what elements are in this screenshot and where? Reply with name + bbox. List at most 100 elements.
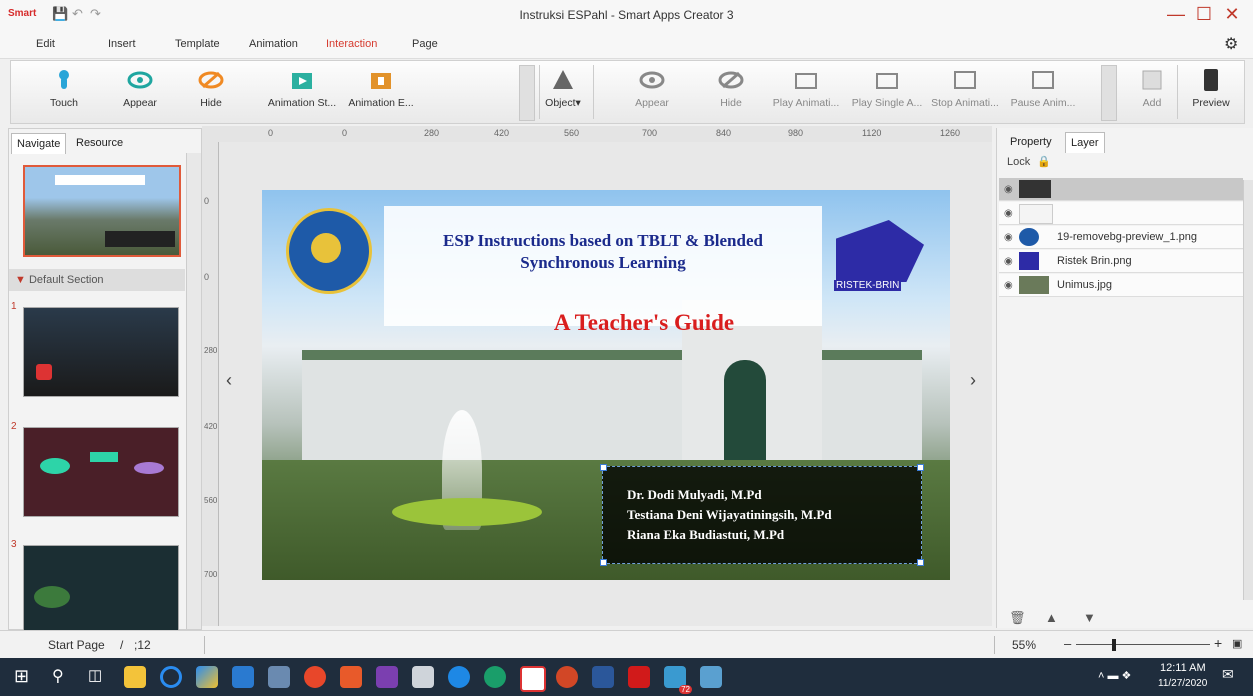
- next-page-arrow-icon[interactable]: ›: [970, 370, 976, 391]
- app-icon[interactable]: [268, 666, 290, 688]
- app-icon[interactable]: [340, 666, 362, 688]
- appear-target-button[interactable]: Appear: [627, 67, 677, 109]
- clock-date[interactable]: 11/27/2020: [1158, 678, 1207, 689]
- move-down-icon[interactable]: ▼: [1083, 610, 1096, 625]
- cortana-icon[interactable]: [160, 666, 182, 688]
- prev-page-arrow-icon[interactable]: ‹: [226, 370, 232, 391]
- chevron-down-icon: ▾: [575, 97, 581, 109]
- browser-icon[interactable]: [484, 666, 506, 688]
- layer-row[interactable]: ◉: [999, 178, 1243, 201]
- slide-subtitle[interactable]: A Teacher's Guide: [384, 310, 904, 336]
- ribbon-scroll-1[interactable]: [519, 65, 535, 121]
- windows-start-icon[interactable]: ⊞: [14, 666, 29, 687]
- notification-center-icon[interactable]: ✉: [1222, 666, 1234, 683]
- slide-title-line-2: Synchronous Learning: [520, 253, 686, 272]
- page-thumbnail-3[interactable]: [23, 545, 179, 635]
- clock-time[interactable]: 12:11 AM: [1160, 662, 1206, 674]
- app-icon[interactable]: 72: [664, 666, 692, 694]
- default-section-header[interactable]: ▼ Default Section: [9, 269, 185, 291]
- add-button[interactable]: Add: [1135, 67, 1169, 109]
- resize-handle[interactable]: [600, 464, 607, 471]
- touch-button[interactable]: Touch: [39, 67, 89, 109]
- powerpoint-icon[interactable]: [556, 666, 578, 688]
- tab-property[interactable]: Property: [1005, 132, 1057, 152]
- word-icon[interactable]: [592, 666, 614, 688]
- thumbnail-scrollbar[interactable]: [186, 153, 201, 629]
- section-label: Default Section: [28, 274, 104, 286]
- ribbon-separator: [1177, 65, 1178, 119]
- edge-icon[interactable]: [448, 666, 470, 688]
- appear-button[interactable]: Appear: [115, 67, 165, 109]
- file-explorer-icon[interactable]: [124, 666, 146, 688]
- settings-icon[interactable]: ⚙: [1224, 34, 1238, 54]
- ruler-tick: 560: [204, 496, 218, 505]
- visibility-eye-icon[interactable]: ◉: [1004, 208, 1013, 219]
- zoom-in-icon[interactable]: +: [1214, 635, 1222, 651]
- minimize-button[interactable]: —: [1164, 4, 1188, 25]
- object-dropdown[interactable]: Object▾: [543, 67, 583, 109]
- page-thumbnail-2[interactable]: [23, 427, 179, 517]
- fit-screen-icon[interactable]: ▣: [1232, 637, 1242, 650]
- zoom-slider[interactable]: [1076, 644, 1210, 645]
- lock-icon[interactable]: 🔒: [1037, 155, 1051, 168]
- animation-start-button[interactable]: Animation St...: [257, 67, 347, 109]
- resize-handle[interactable]: [600, 559, 607, 566]
- app-icon[interactable]: [412, 666, 434, 688]
- visibility-eye-icon[interactable]: ◉: [1004, 280, 1013, 291]
- appear-target-label: Appear: [635, 97, 669, 109]
- search-icon[interactable]: ⚲: [52, 666, 64, 686]
- menu-page[interactable]: Page: [412, 38, 438, 50]
- pdf-reader-icon[interactable]: [628, 666, 650, 688]
- stop-animation-button[interactable]: Stop Animati...: [925, 67, 1005, 109]
- tab-navigate[interactable]: Navigate: [11, 133, 67, 154]
- play-single-button[interactable]: Play Single A...: [847, 67, 927, 109]
- onenote-icon[interactable]: [376, 666, 398, 688]
- resize-handle[interactable]: [917, 559, 924, 566]
- visibility-eye-icon[interactable]: ◉: [1004, 184, 1013, 195]
- menu-interaction[interactable]: Interaction: [326, 38, 377, 50]
- slide-title[interactable]: ESP Instructions based on TBLT & Blended…: [384, 230, 822, 274]
- tab-resource[interactable]: Resource: [71, 133, 128, 153]
- ribbon-scroll-2[interactable]: [1101, 65, 1117, 121]
- layer-scrollbar[interactable]: [1243, 180, 1253, 600]
- task-view-icon[interactable]: ◫: [88, 666, 102, 684]
- move-up-icon[interactable]: ▲: [1045, 610, 1058, 625]
- slide-preview[interactable]: ESP Instructions based on TBLT & Blended…: [262, 190, 950, 580]
- resize-handle[interactable]: [917, 464, 924, 471]
- trash-icon[interactable]: 🗑: [1009, 610, 1026, 626]
- authors-box[interactable]: Dr. Dodi Mulyadi, M.Pd Testiana Deni Wij…: [600, 464, 924, 566]
- close-button[interactable]: ✕: [1220, 4, 1244, 25]
- app-icon[interactable]: [196, 666, 218, 688]
- layer-row[interactable]: ◉: [999, 202, 1243, 225]
- layer-row[interactable]: ◉ Unimus.jpg: [999, 274, 1243, 297]
- tab-layer[interactable]: Layer: [1065, 132, 1105, 153]
- zoom-out-icon[interactable]: –: [1064, 636, 1071, 651]
- app-icon[interactable]: [700, 666, 722, 688]
- visibility-eye-icon[interactable]: ◉: [1004, 232, 1013, 243]
- thumb-play-icon: [36, 364, 52, 380]
- layer-row[interactable]: ◉ Ristek Brin.png: [999, 250, 1243, 273]
- layer-row[interactable]: ◉ 19-removebg-preview_1.png: [999, 226, 1243, 249]
- menu-edit[interactable]: Edit: [36, 38, 55, 50]
- maximize-button[interactable]: ☐: [1192, 4, 1216, 25]
- caret-down-icon: ▼: [15, 274, 26, 286]
- university-seal-logo[interactable]: [286, 208, 372, 294]
- menu-template[interactable]: Template: [175, 38, 220, 50]
- zoom-slider-thumb[interactable]: [1112, 639, 1116, 651]
- play-animation-button[interactable]: Play Animati...: [767, 67, 845, 109]
- eye-off-icon: [198, 71, 224, 89]
- tray-icons[interactable]: ˄ ▬ ❖: [1098, 669, 1131, 682]
- menu-animation[interactable]: Animation: [249, 38, 298, 50]
- smart-apps-creator-icon[interactable]: [520, 666, 546, 692]
- menu-insert[interactable]: Insert: [108, 38, 136, 50]
- hide-target-button[interactable]: Hide: [711, 67, 751, 109]
- mail-icon[interactable]: [232, 666, 254, 688]
- preview-button[interactable]: Preview: [1187, 67, 1235, 109]
- animation-end-button[interactable]: Animation E...: [341, 67, 421, 109]
- chrome-icon[interactable]: [304, 666, 326, 688]
- hide-button[interactable]: Hide: [191, 67, 231, 109]
- pause-animation-button[interactable]: Pause Anim...: [1005, 67, 1081, 109]
- page-thumbnail-1[interactable]: [23, 307, 179, 397]
- start-page-thumbnail[interactable]: [23, 165, 181, 257]
- visibility-eye-icon[interactable]: ◉: [1004, 256, 1013, 267]
